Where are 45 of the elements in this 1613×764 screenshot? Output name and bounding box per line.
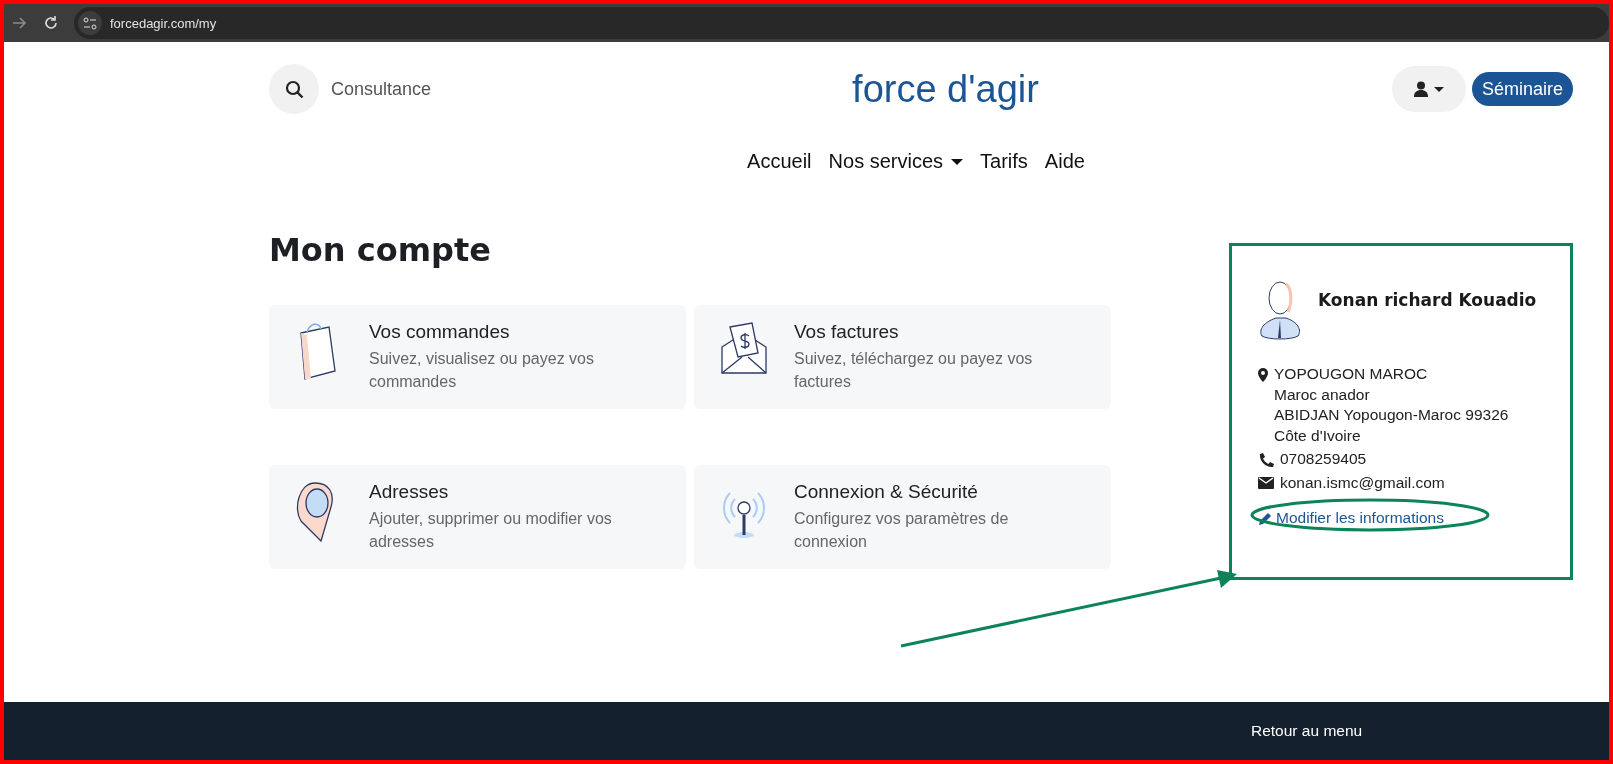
- caret-icon: [1433, 86, 1444, 92]
- search-icon: [284, 79, 304, 99]
- user-silhouette-icon: [1258, 278, 1302, 342]
- account-card[interactable]: Vos commandes Suivez, visualisez ou payez vos commandes: [269, 305, 686, 409]
- account-card[interactable]: Vos factures Suivez, téléchargez ou payez vos factures: [694, 305, 1111, 409]
- address-bar[interactable]: forcedagir.com/my: [74, 7, 1609, 39]
- address-line: YOPOUGON MAROC: [1274, 364, 1429, 384]
- address-line: ABIDJAN Yopougon-Maroc 99326: [1274, 405, 1509, 425]
- nav-link[interactable]: Tarifs: [980, 150, 1028, 173]
- site-settings-icon[interactable]: [78, 11, 102, 35]
- user-menu-button[interactable]: [1391, 66, 1466, 112]
- card-description: Ajouter, supprimer ou modifier vos adresses: [369, 509, 613, 552]
- location-pin-icon: [1258, 368, 1268, 382]
- user-icon: [1413, 81, 1428, 97]
- card-title: Adresses: [369, 481, 450, 503]
- envelope-icon: [1258, 476, 1274, 489]
- edit-info-link[interactable]: Modifier les informations: [1258, 509, 1564, 527]
- reload-icon[interactable]: [42, 14, 60, 32]
- nav-link[interactable]: Aide: [1044, 150, 1085, 173]
- search-button[interactable]: [269, 64, 319, 114]
- nav-link[interactable]: Accueil: [747, 150, 812, 173]
- pencil-icon: [1258, 511, 1272, 525]
- address-line: Côte d'Ivoire: [1274, 425, 1362, 446]
- phone-number: 0708259405: [1280, 449, 1367, 469]
- nav-link[interactable]: Nos services: [828, 150, 964, 173]
- account-card[interactable]: Connexion & Sécurité Configurez vos paramètres de connexion: [694, 465, 1111, 569]
- account-card[interactable]: Adresses Ajouter, supprimer ou modifier vos adresses: [269, 465, 686, 569]
- card-title: Connexion & Sécurité: [794, 481, 979, 503]
- back-to-menu-link[interactable]: Retour au menu: [1251, 722, 1363, 740]
- sliders-icon: [83, 16, 97, 30]
- seminar-button[interactable]: Séminaire: [1471, 72, 1573, 106]
- profile-name: Konan richard Kouadio: [1318, 290, 1537, 312]
- card-title: Vos commandes: [369, 321, 511, 343]
- card-title: Vos factures: [794, 321, 900, 343]
- caret-icon: [951, 158, 964, 165]
- phone-icon: [1258, 453, 1274, 468]
- address-line: Maroc anador: [1274, 384, 1371, 405]
- page-title: Mon compte: [269, 231, 492, 269]
- url-text: forcedagir.com/my: [110, 15, 217, 31]
- card-description: Suivez, téléchargez ou payez vos factures: [794, 349, 1034, 392]
- card-description: Suivez, visualisez ou payez vos commandes: [369, 349, 595, 392]
- email-address: konan.ismc@gmail.com: [1280, 472, 1445, 493]
- site-logo[interactable]: force d'agir: [689, 67, 1392, 111]
- search-label[interactable]: Consultance: [331, 78, 432, 100]
- card-description: Configurez vos paramètres de connexion: [794, 509, 1010, 552]
